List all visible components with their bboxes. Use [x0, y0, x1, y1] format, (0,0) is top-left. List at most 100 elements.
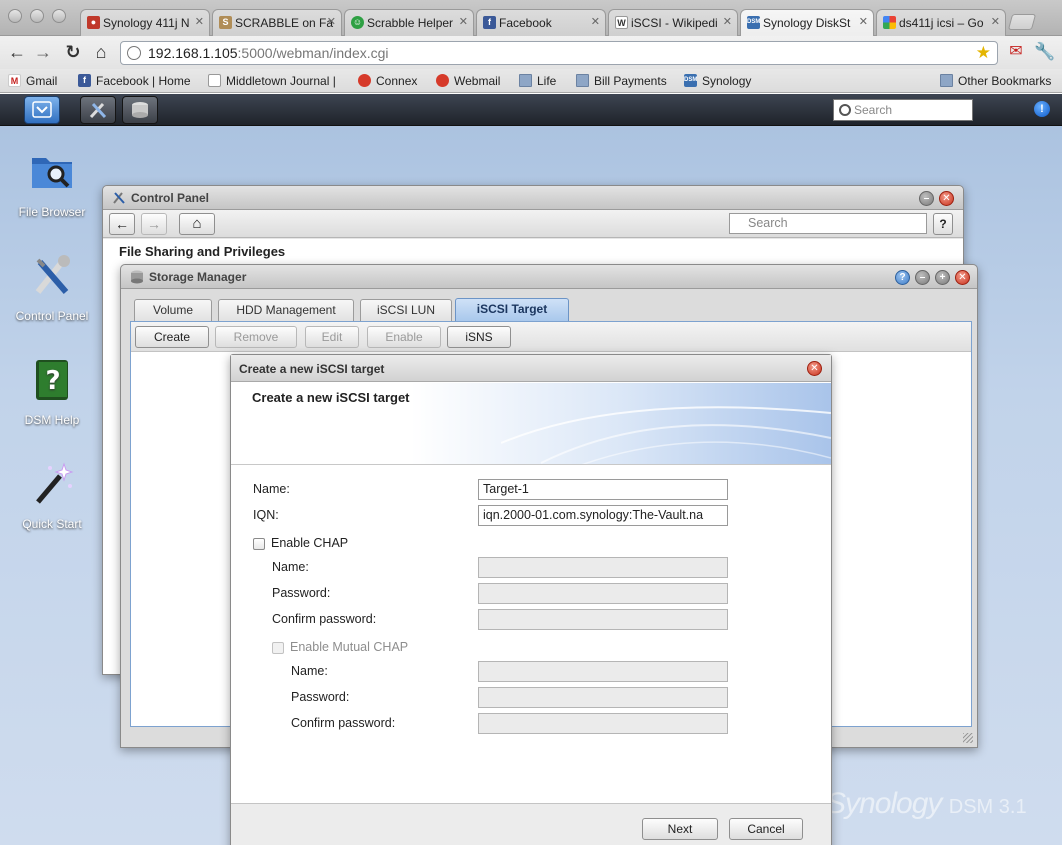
enable-mutual-chap-label[interactable]: Enable Mutual CHAP	[290, 640, 408, 654]
enable-chap-label[interactable]: Enable CHAP	[271, 536, 348, 550]
mutual-chap-confirm-password-input[interactable]	[478, 713, 728, 734]
tab-iscsi-target[interactable]: iSCSI Target	[455, 298, 569, 321]
desktop-icon-dsm-help[interactable]: ? DSM Help	[7, 356, 97, 427]
browser-tab-strip: ● Synology 411j N ✕ S SCRABBLE on Fa ✕ ☺…	[0, 0, 1062, 37]
browser-tab[interactable]: ☺ Scrabble Helper ✕	[344, 9, 474, 36]
tab-iscsi-lun[interactable]: iSCSI LUN	[360, 299, 452, 321]
wave-decoration	[501, 406, 831, 464]
dsm-taskbar: Search !	[0, 94, 1062, 126]
forward-button[interactable]: →	[141, 213, 167, 235]
close-tab-icon[interactable]: ✕	[195, 15, 204, 28]
dsm-search-input[interactable]: Search	[833, 99, 973, 121]
minimize-icon[interactable]: –	[919, 191, 934, 206]
home-button[interactable]: ⌂	[179, 213, 215, 235]
tab-title: Synology DiskSt	[763, 16, 851, 30]
bookmark-star-icon[interactable]: ★	[976, 43, 991, 63]
mutual-chap-password-input[interactable]	[478, 687, 728, 708]
close-icon[interactable]: ✕	[807, 361, 822, 376]
isns-button[interactable]: iSNS	[447, 326, 511, 348]
browser-tab-active[interactable]: DSM Synology DiskSt ✕	[740, 9, 874, 37]
section-heading: File Sharing and Privileges	[119, 244, 286, 259]
close-tab-icon[interactable]: ✕	[591, 15, 600, 28]
browser-tab[interactable]: S SCRABBLE on Fa ✕	[212, 9, 342, 36]
dsm-desktop: Search ! File Browser Control Panel ? DS…	[0, 94, 1062, 845]
mutual-chap-name-label: Name:	[291, 664, 328, 678]
back-arrow-icon[interactable]: ←	[6, 42, 28, 64]
gmail-checker-icon[interactable]: ✉	[1005, 42, 1027, 64]
window-minimize-light[interactable]	[30, 9, 44, 23]
reload-icon[interactable]: ↻	[62, 42, 84, 64]
address-bar[interactable]: 192.168.1.105:5000/webman/index.cgi ★	[120, 41, 998, 65]
bookmark-folder-bill-payments[interactable]: Bill Payments	[576, 74, 667, 88]
dialog-titlebar[interactable]: Create a new iSCSI target ✕	[231, 355, 831, 382]
control-panel-titlebar[interactable]: Control Panel – ✕	[103, 186, 963, 210]
enable-chap-checkbox[interactable]	[253, 538, 265, 550]
chap-confirm-password-input[interactable]	[478, 609, 728, 630]
bookmark-synology[interactable]: DSM Synology	[684, 74, 751, 88]
close-icon[interactable]: ✕	[955, 270, 970, 285]
bookmark-gmail[interactable]: M Gmail	[8, 74, 57, 88]
close-tab-icon[interactable]: ✕	[859, 15, 868, 28]
desktop-icon-control-panel[interactable]: Control Panel	[7, 252, 97, 323]
browser-tab[interactable]: ds411j icsi – Go ✕	[876, 9, 1006, 36]
back-button[interactable]: ←	[109, 213, 135, 235]
create-button[interactable]: Create	[135, 326, 209, 348]
desktop-icon-quick-start[interactable]: Quick Start	[7, 460, 97, 531]
bookmark-middletown-journal[interactable]: Middletown Journal |	[208, 74, 336, 88]
help-button[interactable]: ?	[933, 213, 953, 235]
close-tab-icon[interactable]: ✕	[991, 15, 1000, 28]
apple-icon: ●	[87, 16, 100, 29]
cancel-button[interactable]: Cancel	[729, 818, 803, 840]
main-menu-button[interactable]	[24, 96, 60, 124]
bookmark-facebook[interactable]: f Facebook | Home	[78, 74, 191, 88]
window-zoom-light[interactable]	[52, 9, 66, 23]
close-tab-icon[interactable]: ✕	[723, 15, 732, 28]
file-browser-icon	[32, 158, 72, 188]
enable-mutual-chap-checkbox[interactable]	[272, 642, 284, 654]
close-tab-icon[interactable]: ✕	[459, 15, 468, 28]
close-tab-icon[interactable]: ✕	[327, 15, 336, 28]
bookmark-connex[interactable]: Connex	[358, 74, 417, 88]
chap-password-input[interactable]	[478, 583, 728, 604]
remove-button[interactable]: Remove	[215, 326, 297, 348]
target-name-input[interactable]: Target-1	[478, 479, 728, 500]
tab-title: Scrabble Helper	[367, 16, 454, 30]
control-panel-icon	[35, 255, 70, 294]
taskbar-control-panel-button[interactable]	[80, 96, 116, 124]
taskbar-storage-manager-button[interactable]	[122, 96, 158, 124]
storage-manager-titlebar[interactable]: Storage Manager ? – + ✕	[121, 265, 977, 289]
storage-disks-icon	[132, 102, 148, 118]
window-close-light[interactable]	[8, 9, 22, 23]
browser-tab[interactable]: ● Synology 411j N ✕	[80, 9, 210, 36]
other-bookmarks[interactable]: Other Bookmarks	[940, 74, 1051, 88]
iqn-input[interactable]: iqn.2000-01.com.synology:The-Vault.na	[478, 505, 728, 526]
maximize-icon[interactable]: +	[935, 270, 950, 285]
close-icon[interactable]: ✕	[939, 191, 954, 206]
tab-volume[interactable]: Volume	[134, 299, 212, 321]
help-icon[interactable]: ?	[895, 270, 910, 285]
resize-grip[interactable]	[963, 733, 973, 743]
dsm-icon: DSM	[747, 16, 760, 29]
control-panel-search-input[interactable]: Search	[729, 213, 927, 234]
name-label: Name:	[253, 482, 290, 496]
browser-tab[interactable]: W iSCSI - Wikipedi ✕	[608, 9, 738, 36]
mutual-chap-password-label: Password:	[291, 690, 350, 704]
forward-arrow-icon[interactable]: →	[32, 42, 54, 64]
bookmark-webmail[interactable]: Webmail	[436, 74, 500, 88]
wrench-menu-icon[interactable]: 🔧	[1034, 42, 1056, 64]
mutual-chap-name-input[interactable]	[478, 661, 728, 682]
new-tab-button[interactable]	[1007, 14, 1037, 30]
tab-hdd-management[interactable]: HDD Management	[218, 299, 354, 321]
edit-button[interactable]: Edit	[305, 326, 359, 348]
minimize-icon[interactable]: –	[915, 270, 930, 285]
facebook-icon: f	[483, 16, 496, 29]
bookmark-folder-life[interactable]: Life	[519, 74, 556, 88]
desktop-icon-file-browser[interactable]: File Browser	[7, 148, 97, 219]
notification-icon[interactable]: !	[1034, 101, 1050, 117]
enable-button[interactable]: Enable	[367, 326, 441, 348]
next-button[interactable]: Next	[642, 818, 718, 840]
tab-title: Synology 411j N	[103, 16, 190, 30]
home-icon[interactable]: ⌂	[90, 42, 112, 64]
chap-name-input[interactable]	[478, 557, 728, 578]
browser-tab[interactable]: f Facebook ✕	[476, 9, 606, 36]
